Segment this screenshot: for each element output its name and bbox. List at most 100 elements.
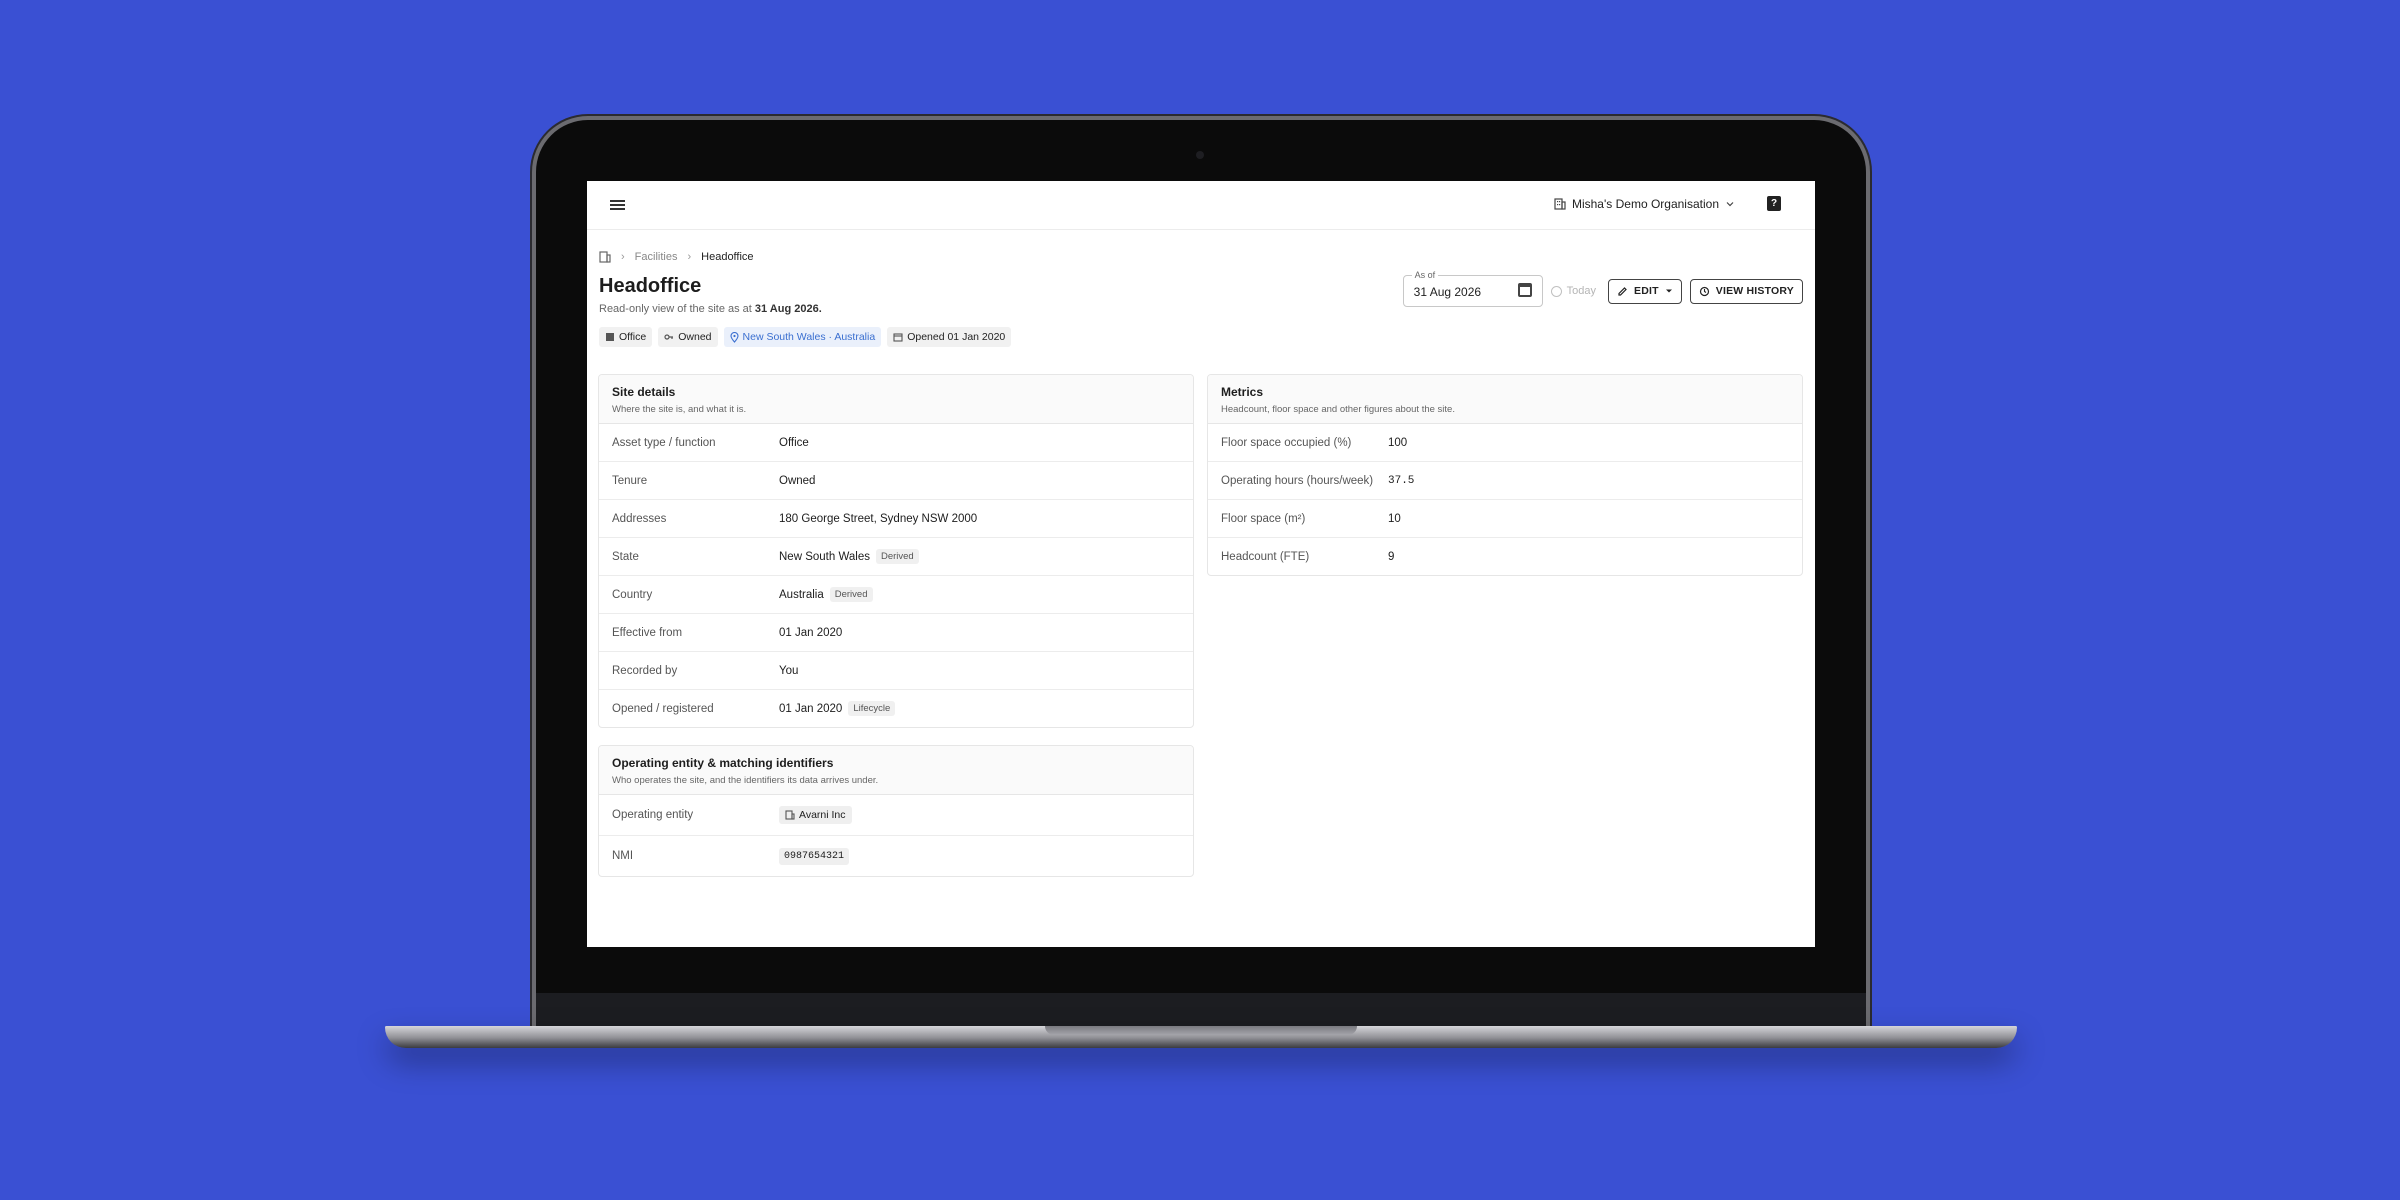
view-history-label: VIEW HISTORY bbox=[1715, 285, 1794, 297]
calendar-icon[interactable] bbox=[1517, 283, 1532, 297]
operating-entity-subtitle: Who operates the site, and the identifie… bbox=[612, 775, 879, 786]
row-value: 01 Jan 2020 bbox=[779, 702, 843, 715]
row-value: 100 bbox=[1388, 436, 1408, 449]
row-key: Headcount (FTE) bbox=[1221, 550, 1310, 563]
metrics-header: Metrics Headcount, floor space and other… bbox=[1208, 375, 1802, 424]
metrics-row: Floor space occupied (%) 100 bbox=[1208, 424, 1802, 462]
chip-location[interactable]: New South Wales · Australia bbox=[723, 327, 882, 347]
breadcrumb: › Facilities › Headoffice bbox=[599, 249, 1803, 265]
building-icon[interactable] bbox=[599, 251, 611, 263]
pencil-icon bbox=[1618, 286, 1627, 296]
operating-entity-header: Operating entity & matching identifiers … bbox=[599, 746, 1193, 795]
chip-tenure: Owned bbox=[658, 327, 718, 347]
chip-type: Office bbox=[599, 327, 653, 347]
building-icon bbox=[606, 333, 614, 341]
row-value-cell: Office bbox=[779, 437, 809, 449]
site-details-row: Addresses 180 George Street, Sydney NSW 2… bbox=[599, 500, 1193, 538]
metrics-row: Floor space (m²) 10 bbox=[1208, 500, 1802, 538]
chip-location-label: New South Wales · Australia bbox=[742, 331, 876, 343]
site-chips: Office Owned New South Wales · Australia… bbox=[599, 327, 1803, 347]
chip-type-label: Office bbox=[619, 331, 647, 343]
row-value: 9 bbox=[1388, 550, 1395, 563]
row-value-cell: 01 Jan 2020 bbox=[779, 627, 842, 639]
site-details-title: Site details bbox=[612, 385, 676, 399]
header-controls: As of 31 Aug 2026 Today EDIT VIEW HISTOR… bbox=[1402, 270, 1803, 307]
metrics-row: Headcount (FTE) 9 bbox=[1208, 538, 1802, 575]
row-value-cell: New South Wales Derived bbox=[779, 549, 919, 564]
view-history-button[interactable]: VIEW HISTORY bbox=[1689, 278, 1803, 304]
row-value-cell: Owned bbox=[779, 475, 815, 487]
edit-button[interactable]: EDIT bbox=[1608, 278, 1682, 304]
site-details-row: Country Australia Derived bbox=[599, 576, 1193, 614]
row-value: Australia bbox=[779, 588, 824, 601]
chevron-right-icon: › bbox=[687, 251, 692, 263]
top-bar: Misha's Demo Organisation ? bbox=[587, 181, 1815, 230]
chip-opened-label: Opened 01 Jan 2020 bbox=[907, 331, 1006, 343]
metrics-subtitle: Headcount, floor space and other figures… bbox=[1221, 404, 1455, 415]
operating-entity-title: Operating entity & matching identifiers bbox=[612, 756, 834, 770]
row-key: Operating hours (hours/week) bbox=[1221, 474, 1374, 487]
chip-tenure-label: Owned bbox=[678, 331, 712, 343]
row-value: 01 Jan 2020 bbox=[779, 626, 843, 639]
row-value: 37.5 bbox=[1388, 474, 1415, 487]
breadcrumb-facilities[interactable]: Facilities bbox=[635, 251, 678, 263]
subtitle-date: 31 Aug 2026. bbox=[754, 303, 822, 315]
today-label: Today bbox=[1566, 285, 1597, 297]
row-key: Asset type / function bbox=[612, 436, 716, 449]
row-value-cell: Australia Derived bbox=[779, 587, 873, 602]
subtitle-prefix: Read-only view of the site as at bbox=[599, 303, 752, 315]
chevron-right-icon: › bbox=[621, 251, 625, 263]
site-details-row: Opened / registered 01 Jan 2020 Lifecycle bbox=[599, 690, 1193, 727]
row-key: Operating entity bbox=[612, 809, 694, 821]
metrics-rows: Floor space occupied (%) 100 Operating hou… bbox=[1208, 424, 1802, 575]
nmi-value: 0987654321 bbox=[779, 847, 850, 865]
building-icon bbox=[1554, 198, 1566, 210]
site-details-row: Tenure Owned bbox=[599, 462, 1193, 500]
app-screen: Misha's Demo Organisation ? › Facilities… bbox=[587, 181, 1815, 947]
history-icon bbox=[1699, 286, 1709, 296]
metrics-panel: Metrics Headcount, floor space and other… bbox=[1207, 374, 1803, 576]
row-value: 180 George Street, Sydney NSW 2000 bbox=[779, 512, 978, 525]
camera bbox=[1196, 151, 1204, 159]
row-value: New South Wales bbox=[779, 550, 870, 563]
site-details-rows: Asset type / function Office Tenure Owned Ad… bbox=[599, 424, 1193, 727]
row-key: Floor space (m²) bbox=[1221, 512, 1306, 525]
row-value-cell: 01 Jan 2020 Lifecycle bbox=[779, 701, 896, 716]
chip-opened: Opened 01 Jan 2020 bbox=[887, 327, 1012, 347]
org-name: Misha's Demo Organisation bbox=[1571, 197, 1719, 211]
operating-entity-chip[interactable]: Avarni Inc bbox=[779, 806, 852, 824]
site-details-row: Asset type / function Office bbox=[599, 424, 1193, 462]
site-details-row: State New South Wales Derived bbox=[599, 538, 1193, 576]
row-key: State bbox=[612, 550, 639, 563]
building-icon bbox=[785, 810, 795, 820]
row-value: Owned bbox=[779, 474, 816, 487]
today-button[interactable]: Today bbox=[1550, 285, 1597, 297]
main-content: › Facilities › Headoffice Headoffice Rea… bbox=[599, 249, 1803, 347]
key-icon bbox=[664, 334, 674, 340]
clock-icon bbox=[1550, 285, 1562, 297]
edit-label: EDIT bbox=[1634, 285, 1659, 297]
row-value: 10 bbox=[1388, 512, 1401, 525]
nmi-row: NMI 0987654321 bbox=[599, 836, 1193, 876]
row-tag: Lifecycle bbox=[848, 701, 896, 716]
site-details-panel: Site details Where the site is, and what… bbox=[598, 374, 1194, 728]
row-tag: Derived bbox=[829, 587, 873, 602]
row-value-cell: You bbox=[779, 665, 798, 677]
row-key: Floor space occupied (%) bbox=[1221, 436, 1352, 449]
caret-down-icon bbox=[1665, 289, 1672, 293]
as-of-date-field[interactable]: As of 31 Aug 2026 bbox=[1402, 270, 1543, 307]
row-key: Tenure bbox=[612, 474, 648, 487]
row-value: Office bbox=[779, 436, 809, 449]
chevron-down-icon bbox=[1726, 202, 1734, 207]
row-key: Recorded by bbox=[612, 664, 678, 677]
org-switcher[interactable]: Misha's Demo Organisation bbox=[1554, 197, 1735, 211]
operating-entity-panel: Operating entity & matching identifiers … bbox=[598, 745, 1194, 877]
hamburger-menu-icon[interactable] bbox=[610, 200, 625, 210]
laptop-base bbox=[385, 1026, 2017, 1048]
site-details-row: Effective from 01 Jan 2020 bbox=[599, 614, 1193, 652]
calendar-icon bbox=[893, 333, 903, 342]
metrics-row: Operating hours (hours/week) 37.5 bbox=[1208, 462, 1802, 500]
as-of-value: 31 Aug 2026 bbox=[1413, 285, 1482, 299]
row-key: Addresses bbox=[612, 512, 667, 525]
help-icon[interactable]: ? bbox=[1767, 196, 1781, 211]
